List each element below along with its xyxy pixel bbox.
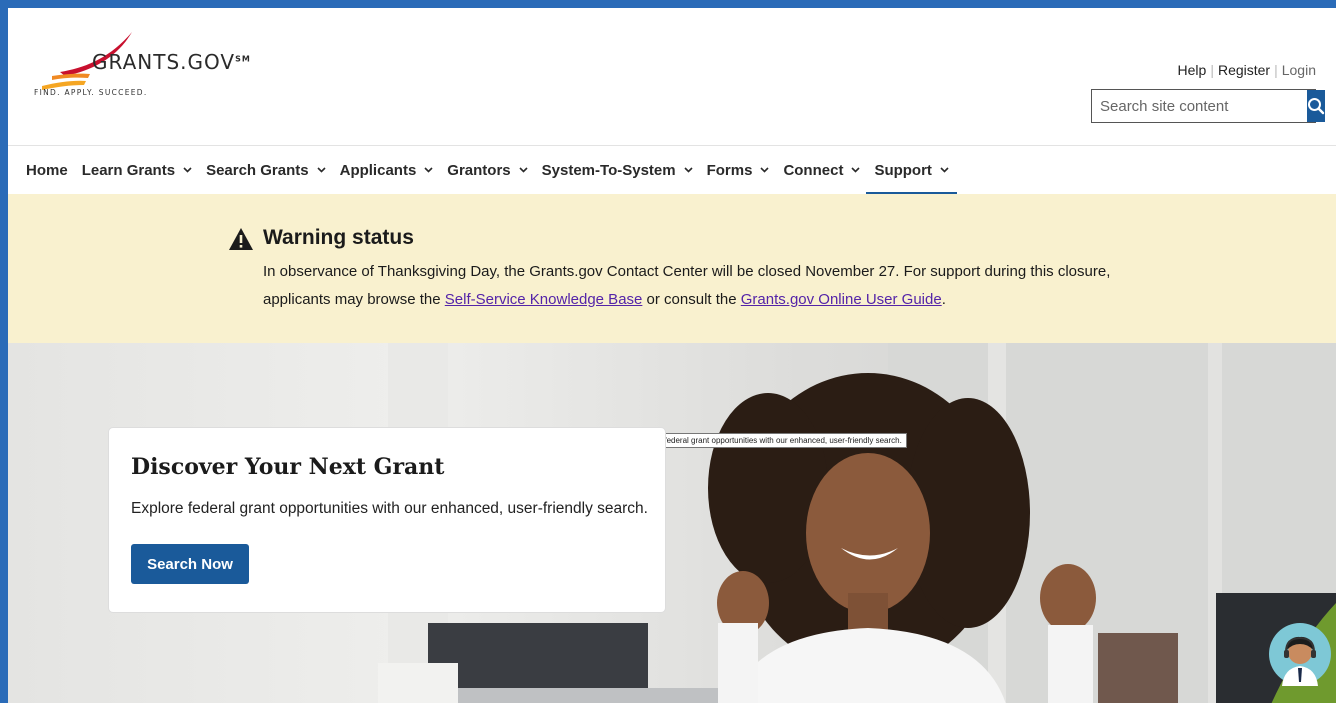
nav-item-grantors[interactable]: Grantors xyxy=(447,146,528,195)
search-input[interactable] xyxy=(1092,90,1307,122)
divider: | xyxy=(1274,62,1278,78)
help-link[interactable]: Help xyxy=(1178,62,1207,78)
nav-item-system-to-system[interactable]: System-To-System xyxy=(542,146,693,195)
register-link[interactable]: Register xyxy=(1218,62,1270,78)
grants-gov-logo[interactable] xyxy=(30,30,270,120)
site-header: GRANTS.GOVSM FIND. APPLY. SUCCEED. Help |… xyxy=(8,8,1336,145)
nav-item-learn-grants[interactable]: Learn Grants xyxy=(82,146,192,195)
user-guide-link[interactable]: Grants.gov Online User Guide xyxy=(741,291,942,308)
alert-message: In observance of Thanksgiving Day, the G… xyxy=(263,263,1111,308)
chevron-down-icon xyxy=(519,167,528,173)
hero-card: Discover Your Next Grant Explore federal… xyxy=(108,427,666,613)
site-search xyxy=(1091,89,1325,123)
knowledge-base-link[interactable]: Self-Service Knowledge Base xyxy=(445,291,643,308)
warning-icon xyxy=(229,228,253,250)
nav-item-support[interactable]: Support xyxy=(866,146,957,195)
chevron-down-icon xyxy=(684,167,693,173)
hero-tooltip: Explore federal grant opportunities with… xyxy=(630,433,907,448)
search-button[interactable] xyxy=(1307,90,1325,122)
hero-description: Explore federal grant opportunities with… xyxy=(131,500,648,517)
warning-alert: Warning status In observance of Thanksgi… xyxy=(8,194,1336,343)
search-icon xyxy=(1308,98,1325,115)
nav-item-connect[interactable]: Connect xyxy=(783,146,861,195)
main-nav: Home Learn Grants Search Grants Applican… xyxy=(8,145,1336,195)
alert-title: Warning status xyxy=(263,226,414,249)
chevron-down-icon xyxy=(760,167,770,173)
logo-tagline: FIND. APPLY. SUCCEED. xyxy=(34,88,148,97)
nav-item-home[interactable]: Home xyxy=(26,146,68,195)
logo-wordmark: GRANTS.GOVSM xyxy=(92,50,251,74)
nav-item-forms[interactable]: Forms xyxy=(707,146,770,195)
nav-item-applicants[interactable]: Applicants xyxy=(340,146,434,195)
chevron-down-icon xyxy=(183,167,192,173)
divider: | xyxy=(1210,62,1214,78)
search-now-button[interactable]: Search Now xyxy=(131,544,249,584)
utility-links: Help | Register | Login xyxy=(1178,62,1316,78)
chevron-down-icon xyxy=(317,167,326,173)
hero-title: Discover Your Next Grant xyxy=(131,454,445,480)
page: GRANTS.GOVSM FIND. APPLY. SUCCEED. Help |… xyxy=(8,8,1336,703)
nav-item-search-grants[interactable]: Search Grants xyxy=(206,146,326,195)
chevron-down-icon xyxy=(940,167,949,173)
chat-assistant-icon[interactable] xyxy=(1268,622,1332,686)
login-link[interactable]: Login xyxy=(1282,62,1316,78)
chevron-down-icon xyxy=(851,167,861,173)
chevron-down-icon xyxy=(424,167,433,173)
